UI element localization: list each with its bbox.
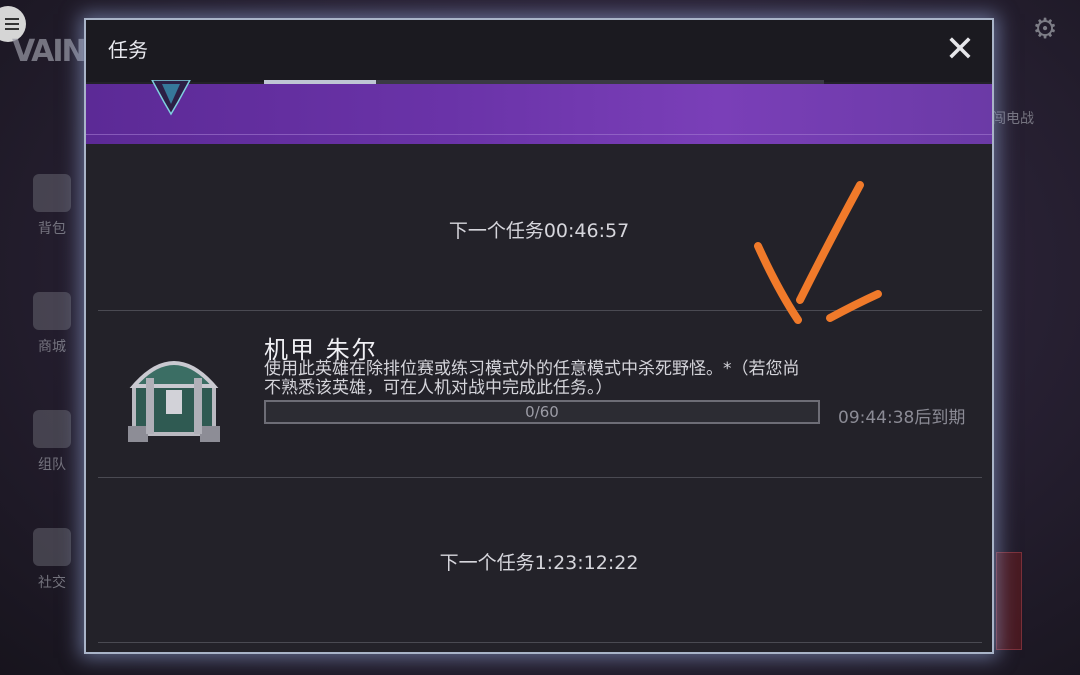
side-nav-label: 商城 <box>38 339 66 355</box>
side-nav-label: 背包 <box>38 221 66 237</box>
divider <box>98 642 982 643</box>
side-nav-backpack[interactable]: 背包 <box>20 170 84 288</box>
gear-icon[interactable]: ⚙ <box>1030 14 1060 44</box>
treasure-chest-icon <box>128 361 220 442</box>
quest-progress-bar: 0/60 <box>264 400 820 424</box>
quest-description: 使用此英雄在除排位赛或练习模式外的任意模式中杀死野怪。*（若您尚不熟悉该英雄，可… <box>264 359 800 398</box>
side-nav: 背包 商城 组队 社交 <box>20 170 84 642</box>
shop-cart-icon <box>33 292 71 330</box>
divider <box>98 477 982 478</box>
next-task-timer: 下一个任务00:46:57 <box>448 220 630 242</box>
next-task-timer: 下一个任务1:23:12:22 <box>439 552 639 574</box>
side-nav-shop[interactable]: 商城 <box>20 288 84 406</box>
quest-expiry: 09:44:38后到期 <box>838 408 966 428</box>
social-icon <box>33 528 71 566</box>
quest-banner <box>86 80 992 144</box>
progress-text: 0/60 <box>525 403 559 421</box>
side-nav-label: 社交 <box>38 575 66 591</box>
backpack-icon <box>33 174 71 212</box>
quest-row[interactable]: 机甲 朱尔 使用此英雄在除排位赛或练习模式外的任意模式中杀死野怪。*（若您尚不熟… <box>86 310 992 478</box>
mode-hint: 闯电战 <box>992 111 1034 127</box>
side-nav-label: 组队 <box>38 457 66 473</box>
team-icon <box>33 410 71 448</box>
gem-emblem-icon <box>151 80 191 116</box>
hamburger-icon <box>5 23 19 25</box>
background-panel-edge <box>996 552 1022 650</box>
close-button[interactable]: ✕ <box>940 28 980 72</box>
close-icon: ✕ <box>944 29 976 70</box>
side-nav-team[interactable]: 组队 <box>20 406 84 524</box>
dialog-title: 任务 <box>108 38 148 62</box>
dialog-header: 任务 ✕ <box>86 20 992 84</box>
game-logo: VAINGLO <box>12 34 149 69</box>
banner-divider <box>86 134 992 135</box>
quest-dialog: 任务 ✕ 下一个任务00:46:57 机甲 朱尔 使用此英雄在除排位赛或练习模式… <box>84 18 994 654</box>
side-nav-social[interactable]: 社交 <box>20 524 84 642</box>
